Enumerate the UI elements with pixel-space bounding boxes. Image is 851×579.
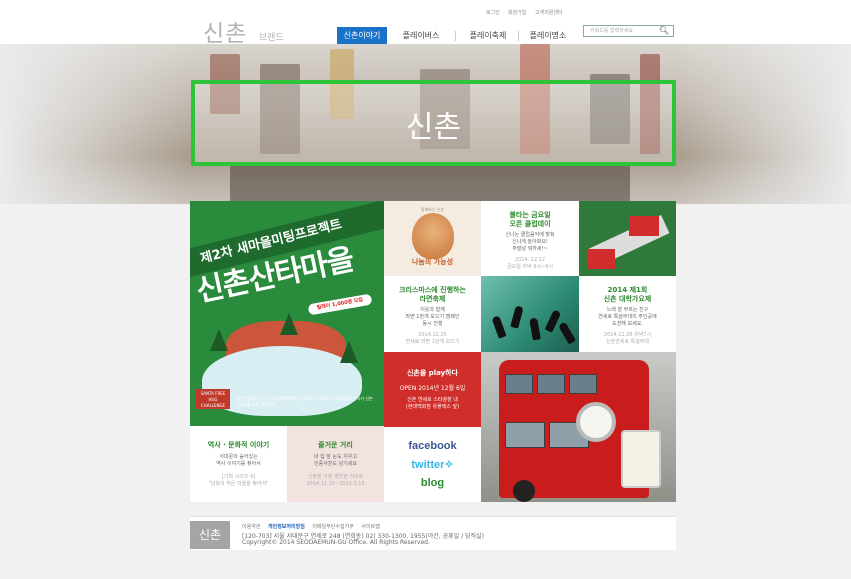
street-note: 신촌을 가장 깨끗한 거리로 2014.11.10~2015.3.15 (306, 474, 365, 487)
tile-play-shinchon[interactable]: 신촌을 play하다 OPEN 2014년 12월 6일 신촌 연세로 스타광장… (384, 352, 481, 427)
footer-email-link[interactable]: 이메일무단수집거부 (312, 524, 353, 530)
street-desc: 내 집 앞 눈도 치우고 인증사진도 남기세요 (313, 454, 358, 467)
hero-fade-left (0, 44, 190, 204)
poster-illustration (412, 213, 454, 259)
footer-sitemap-link[interactable]: 사이트맵 (361, 524, 379, 530)
hero-fade-right (676, 44, 851, 204)
bus-window (505, 374, 533, 394)
univ-title: 2014 제1회 신촌 대학가요제 (603, 286, 652, 303)
santa-badge: SANTA FREE HUG CHALLENGE (196, 389, 230, 409)
tile-play-bus-photo[interactable] (481, 352, 676, 502)
twitter-bird-icon: ✧ (444, 459, 454, 471)
bus-window (537, 374, 565, 394)
dancer-silhouette (529, 317, 541, 341)
play-desc: 신촌 연세로 스타광장 내 (현대백화점 유플렉스 앞) (405, 397, 460, 410)
hero-section: 신촌 (0, 44, 851, 204)
poster-caption: 나눔의 가능성 (411, 258, 454, 266)
club-title: 불타는 금요일 오픈 클럽데이 (509, 211, 551, 228)
site-logo[interactable]: 신촌 (203, 14, 247, 48)
login-link[interactable]: 로그인 (486, 9, 500, 16)
support-link[interactable]: 고객지원센터 (535, 9, 563, 16)
bus-window (505, 422, 545, 448)
history-title: 역사 · 문화적 이야기 (207, 441, 270, 449)
nav-play-places[interactable]: 플레이명소 (522, 27, 574, 45)
tree-icon (280, 313, 298, 335)
fest-title: 크리스마스에 진행하는 라면축제 (399, 286, 466, 303)
nav-divider (455, 31, 456, 41)
hero-title: 신촌 (405, 110, 462, 145)
site-logo-sub: 브랜드 (259, 33, 284, 43)
tile-xmas-street-photo[interactable] (579, 201, 676, 276)
tile-fun-street[interactable]: 즐거운 거리 내 집 앞 눈도 치우고 인증사진도 남기세요 신촌을 가장 깨끗… (287, 426, 384, 502)
street-title: 즐거운 거리 (318, 441, 353, 449)
nav-play-festival[interactable]: 플레이축제 (460, 27, 516, 45)
footer-privacy-link[interactable]: 개인정보처리방침 (268, 524, 305, 530)
page: 신촌 브랜드 로그인 회원가입 고객지원센터 신촌이야기 플레이버스 플레이축제… (0, 0, 851, 579)
hero-title-box: 신촌 (191, 80, 676, 166)
tile-history-culture[interactable]: 역사 · 문화적 이야기 서대문의 숨어있는 역사 이야기를 찾아서 [기획 시… (190, 426, 287, 502)
dancer-silhouette (558, 321, 576, 345)
banner-desc: 신촌의 밤을 산타가 되어 따뜻하게 만들 준비가 되셨나요? 1,000명의 … (236, 396, 373, 407)
twitter-link[interactable]: twitter✧ (384, 458, 481, 471)
dancer-silhouette (544, 309, 562, 333)
site-footer: 신촌 이용약관 개인정보처리방침 이메일무단수집거부 사이트맵 [120-703… (190, 516, 676, 550)
dancer-silhouette (510, 305, 524, 329)
headphone-icon (576, 402, 616, 442)
play-open: OPEN 2014년 12월 6일 (399, 385, 466, 392)
hero-bg-crowd (230, 164, 630, 204)
banner-pill: 릴레이 1,000명 모집 (307, 293, 373, 316)
tree-icon (340, 341, 358, 363)
blog-link[interactable]: blog (384, 477, 481, 489)
univ-desc: 노래 잘 부르는 친구 연세로 특설무대의 주인공에 도전해 보세요. (598, 307, 657, 327)
santa-village-banner[interactable]: 제2차 새마을미팅프로젝트 신촌산타마을 릴레이 1,000명 모집 SANTA… (190, 201, 384, 426)
footer-logo: 신촌 (190, 521, 230, 549)
photo-red-shape (629, 216, 659, 236)
search-placeholder: 키워드를 입력하세요 (590, 28, 633, 34)
fest-desc: 이웃과 함께 라면 1만개 모으기 캠페인 동시 진행 (405, 307, 460, 327)
tile-social-links: facebook twitter✧ blog (384, 427, 481, 502)
tile-club-day[interactable]: 불타는 금요일 오픈 클럽데이 신나는 클럽음악에 맞춰 신나게 놀아봐요! 주… (481, 201, 579, 276)
search-input[interactable]: 키워드를 입력하세요 🔍︎ (583, 25, 674, 37)
nav-divider (518, 31, 519, 41)
tree-icon (210, 329, 228, 351)
nav-shinchon-story[interactable]: 신촌이야기 (337, 27, 387, 45)
footer-links: 이용약관 개인정보처리방침 이메일무단수집거부 사이트맵 (242, 523, 386, 530)
twitter-label: twitter (411, 459, 445, 471)
site-header: 신촌 브랜드 로그인 회원가입 고객지원센터 신촌이야기 플레이버스 플레이축제… (0, 0, 851, 47)
photo-red-shape (587, 249, 615, 269)
tile-dance-photo[interactable] (481, 276, 579, 352)
footer-terms-link[interactable]: 이용약관 (242, 524, 260, 530)
club-date: 2014. 12.12 금요일 저녁 9시~9시 (507, 257, 553, 270)
tile-univ-song-festival[interactable]: 2014 제1회 신촌 대학가요제 노래 잘 부르는 친구 연세로 특설무대의 … (579, 276, 676, 352)
fest-date: 2014.12.25 연세로 라면 1만개 모으기 (405, 332, 460, 345)
play-title: 신촌을 play하다 (406, 369, 459, 377)
dancer-silhouette (491, 315, 507, 339)
nav-play-bus[interactable]: 플레이버스 (392, 27, 450, 45)
history-note: [기획 시리즈 4] "남북의 작은 마을을 찾아서" (208, 474, 269, 487)
signup-link[interactable]: 회원가입 (508, 9, 526, 16)
tile-sharing-poster[interactable]: 함께하는 신촌 나눔의 가능성 (384, 201, 481, 276)
footer-copyright: Copyright© 2014 SEODAEMUN-GU Office. All… (242, 539, 430, 546)
facebook-link[interactable]: facebook (384, 440, 481, 452)
bus-window (569, 374, 597, 394)
speaker-icon (621, 430, 661, 488)
univ-date: 2014.12.26 저녁7시 신촌연세로 특설무대 (603, 332, 652, 345)
tile-ramen-festival[interactable]: 크리스마스에 진행하는 라면축제 이웃과 함께 라면 1만개 모으기 캠페인 동… (384, 276, 481, 352)
search-icon[interactable]: 🔍︎ (659, 26, 669, 36)
bus-wheel (513, 480, 535, 502)
club-desc: 신나는 클럽음악에 맞춰 신나게 놀아봐요! 주말날 뭐하세!~ (505, 232, 555, 252)
history-desc: 서대문의 숨어있는 역사 이야기를 찾아서 (216, 454, 261, 467)
